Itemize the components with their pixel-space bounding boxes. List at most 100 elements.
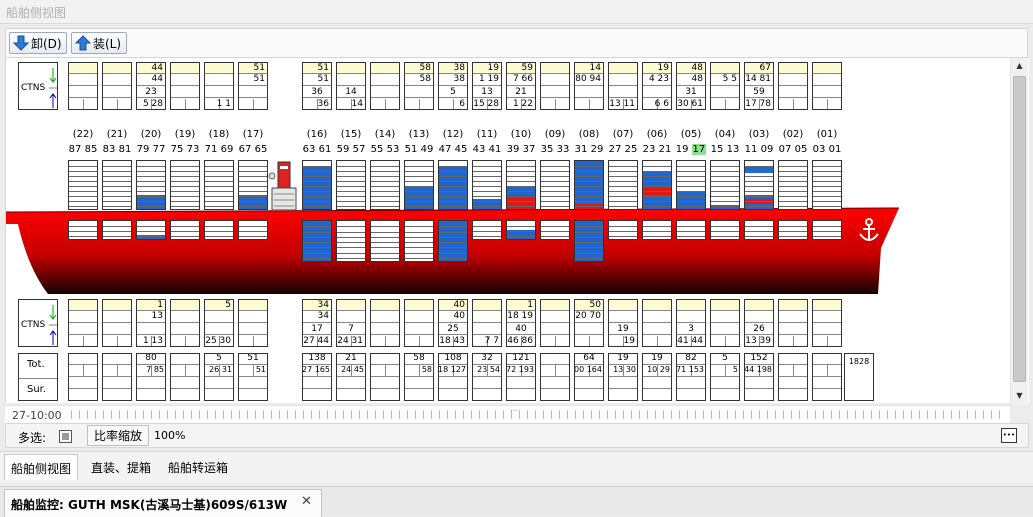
summary-cell[interactable]: [812, 353, 842, 401]
document-tab[interactable]: 船舶监控: GUTH MSK(古溪马士基)609S/613W ✕: [4, 489, 322, 517]
bay-number-highlighted[interactable]: 17: [691, 144, 707, 155]
bay-ctns-cell-bottom[interactable]: [778, 299, 808, 347]
bay-stack-above-deck[interactable]: [438, 160, 468, 210]
bay-ctns-cell-bottom[interactable]: 7 7: [472, 299, 502, 347]
summary-cell[interactable]: 32 23 54: [472, 353, 502, 401]
bay-ctns-cell-bottom[interactable]: 34 34 17 27 44: [302, 299, 332, 347]
bay-stack-hold[interactable]: [136, 220, 166, 240]
multi-select-checkbox[interactable]: [59, 430, 72, 443]
summary-cell[interactable]: 64 100 164: [574, 353, 604, 401]
bay-ctns-cell-bottom[interactable]: [710, 299, 740, 347]
bay-ctns-cell-top[interactable]: [102, 62, 132, 110]
bay-ctns-cell-top[interactable]: [370, 62, 400, 110]
summary-cell[interactable]: 58 58: [404, 353, 434, 401]
bay-stack-above-deck[interactable]: [136, 160, 166, 210]
bay-ctns-cell-top[interactable]: 5 5: [710, 62, 740, 110]
bay-stack-above-deck[interactable]: [642, 160, 672, 210]
bay-ctns-cell-bottom[interactable]: 7 24 31: [336, 299, 366, 347]
bay-ctns-cell-bottom[interactable]: 40 40 25 18 43: [438, 299, 468, 347]
bay-ctns-cell-bottom[interactable]: [370, 299, 400, 347]
bay-stack-hold[interactable]: [778, 220, 808, 240]
summary-cell[interactable]: 5 26 31: [204, 353, 234, 401]
bay-ctns-cell-bottom[interactable]: [642, 299, 672, 347]
bay-stack-hold[interactable]: [370, 220, 400, 262]
bay-stack-above-deck[interactable]: [204, 160, 234, 210]
scroll-down-icon[interactable]: ▼: [1011, 388, 1028, 404]
bay-stack-above-deck[interactable]: [370, 160, 400, 210]
bay-ctns-cell-top[interactable]: 13 11: [608, 62, 638, 110]
bay-stack-above-deck[interactable]: [574, 160, 604, 210]
bay-stack-hold[interactable]: [642, 220, 672, 240]
summary-cell[interactable]: [102, 353, 132, 401]
bay-stack-hold[interactable]: [102, 220, 132, 240]
summary-cell[interactable]: 19 10 29: [642, 353, 672, 401]
vertical-scrollbar[interactable]: ▲ ▼: [1010, 58, 1028, 405]
load-button[interactable]: 装(L): [71, 32, 127, 54]
summary-cell[interactable]: 55: [710, 353, 740, 401]
bay-ctns-cell-bottom[interactable]: [170, 299, 200, 347]
bay-ctns-cell-top[interactable]: 51 51 36 36: [302, 62, 332, 110]
bay-ctns-cell-bottom[interactable]: 5 25 30: [204, 299, 234, 347]
bay-stack-above-deck[interactable]: [540, 160, 570, 210]
bay-stack-above-deck[interactable]: [68, 160, 98, 210]
bay-stack-hold[interactable]: [170, 220, 200, 240]
tab-ship-side-view[interactable]: 船舶侧视图: [4, 454, 79, 480]
bay-ctns-cell-bottom[interactable]: [404, 299, 434, 347]
bay-stack-hold[interactable]: [336, 220, 366, 262]
bay-ctns-cell-top[interactable]: 48 48 31 30 61: [676, 62, 706, 110]
bay-ctns-cell-top[interactable]: [778, 62, 808, 110]
summary-cell[interactable]: 80 7 85: [136, 353, 166, 401]
bay-stack-above-deck[interactable]: [778, 160, 808, 210]
bay-stack-hold[interactable]: [404, 220, 434, 262]
bay-stack-above-deck[interactable]: [744, 160, 774, 210]
bay-ctns-cell-top[interactable]: 19 4 23 6 6: [642, 62, 672, 110]
summary-cell[interactable]: [540, 353, 570, 401]
bay-ctns-cell-top[interactable]: 58 58: [404, 62, 434, 110]
bay-ctns-cell-top[interactable]: 59 7 66 21 1 22: [506, 62, 536, 110]
bay-stack-above-deck[interactable]: [506, 160, 536, 210]
bay-stack-above-deck[interactable]: [608, 160, 638, 210]
bay-ctns-cell-top[interactable]: 1 1: [204, 62, 234, 110]
bay-stack-above-deck[interactable]: [238, 160, 268, 210]
unload-button[interactable]: 卸(D): [9, 32, 67, 54]
bay-ctns-cell-top[interactable]: 51 51: [238, 62, 268, 110]
bay-stack-above-deck[interactable]: [472, 160, 502, 210]
bay-stack-hold[interactable]: [812, 220, 842, 240]
summary-cell[interactable]: [170, 353, 200, 401]
bay-stack-hold[interactable]: [438, 220, 468, 262]
bay-stack-hold[interactable]: [608, 220, 638, 240]
bay-ctns-cell-bottom[interactable]: 3 41 44: [676, 299, 706, 347]
summary-cell[interactable]: 51 51: [238, 353, 268, 401]
summary-cell[interactable]: 152 44 198: [744, 353, 774, 401]
summary-cell[interactable]: 108 18 127: [438, 353, 468, 401]
close-icon[interactable]: ✕: [301, 494, 312, 509]
bay-stack-above-deck[interactable]: [170, 160, 200, 210]
summary-cell[interactable]: [778, 353, 808, 401]
tab-direct-load[interactable]: 直装、提箱: [91, 459, 151, 476]
bay-stack-above-deck[interactable]: [710, 160, 740, 210]
bay-ctns-cell-bottom[interactable]: [238, 299, 268, 347]
bay-ctns-cell-top[interactable]: 44 44 23 5 28: [136, 62, 166, 110]
bay-ctns-cell-bottom[interactable]: 1 13 1 13: [136, 299, 166, 347]
bay-stack-above-deck[interactable]: [676, 160, 706, 210]
bay-ctns-cell-bottom[interactable]: 26 13 39: [744, 299, 774, 347]
bay-ctns-cell-bottom[interactable]: 50 20 70: [574, 299, 604, 347]
fit-view-icon[interactable]: •••: [1001, 428, 1017, 443]
bay-ctns-cell-top[interactable]: 14 80 94: [574, 62, 604, 110]
zoom-ratio-button[interactable]: 比率缩放: [87, 425, 150, 446]
summary-cell[interactable]: 138 27 165: [302, 353, 332, 401]
bay-ctns-cell-bottom[interactable]: 19 19: [608, 299, 638, 347]
bay-ctns-cell-top[interactable]: [812, 62, 842, 110]
bay-ctns-cell-top[interactable]: [68, 62, 98, 110]
bay-stack-above-deck[interactable]: [336, 160, 366, 210]
bay-stack-hold[interactable]: [574, 220, 604, 262]
bay-stack-hold[interactable]: [204, 220, 234, 240]
bay-ctns-cell-top[interactable]: [540, 62, 570, 110]
bay-ctns-cell-bottom[interactable]: [102, 299, 132, 347]
summary-cell[interactable]: 21 24 45: [336, 353, 366, 401]
bay-stack-hold[interactable]: [676, 220, 706, 240]
bay-ctns-cell-bottom[interactable]: [812, 299, 842, 347]
bay-stack-hold[interactable]: [540, 220, 570, 240]
bay-stack-above-deck[interactable]: [812, 160, 842, 210]
bay-stack-hold[interactable]: [68, 220, 98, 240]
